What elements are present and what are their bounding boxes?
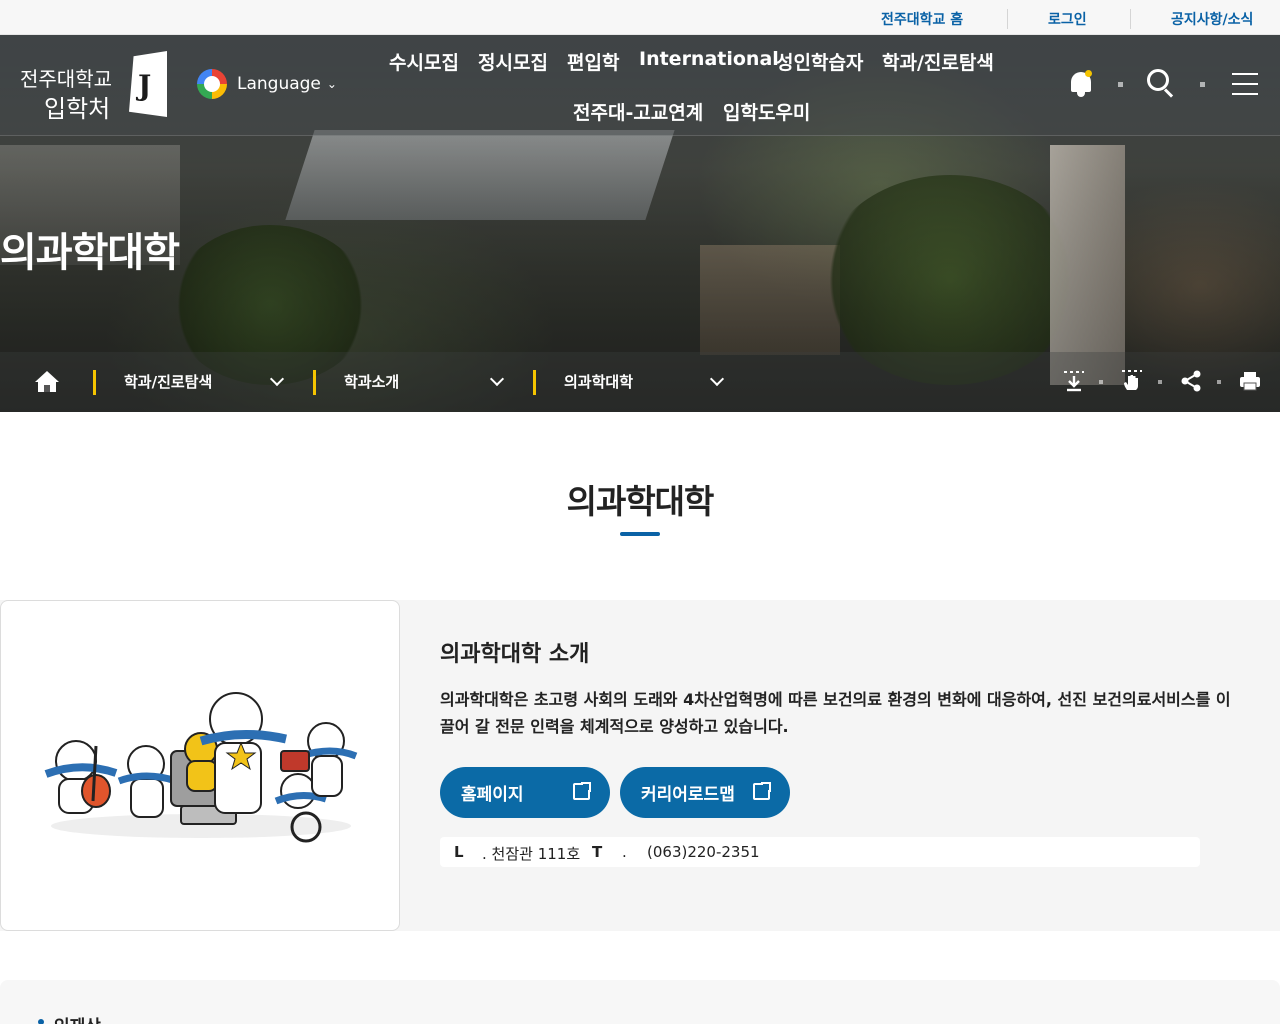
site-logo[interactable]: 전주대학교 입학처 J <box>20 49 170 123</box>
tel-value: (063)220-2351 <box>647 843 760 861</box>
login-link[interactable]: 로그인 <box>1048 9 1087 29</box>
divider <box>1200 82 1205 87</box>
touch-icon[interactable] <box>1119 368 1145 394</box>
nav-item-international[interactable]: International <box>639 48 779 70</box>
univ-home-link[interactable]: 전주대학교 홈 <box>881 9 963 29</box>
logo-text-admission: 입학처 <box>44 95 111 123</box>
main-navigation: 수시모집 정시모집 편입학 International 성인학습자 학과/진로탐… <box>380 35 1020 136</box>
language-selector[interactable]: Language ⌄ <box>197 69 337 99</box>
nav-item-admission-helper[interactable]: 입학도우미 <box>723 98 810 125</box>
nav-item-adult-learner[interactable]: 성인학습자 <box>776 48 863 75</box>
tel-key: T <box>592 843 603 861</box>
print-icon[interactable] <box>1237 368 1263 394</box>
homepage-button-label: 홈페이지 <box>461 785 524 805</box>
share-icon[interactable] <box>1178 368 1204 394</box>
tel-separator: . <box>622 843 627 861</box>
notice-link[interactable]: 공지사항/소식 <box>1171 9 1253 29</box>
hero-title: 의과학대학 <box>0 230 180 276</box>
mascot-illustration <box>44 692 358 843</box>
home-icon[interactable] <box>35 371 59 393</box>
breadcrumb-marker <box>93 370 96 395</box>
logo-text-university: 전주대학교 <box>20 67 112 91</box>
external-link-icon <box>573 781 592 800</box>
chevron-down-icon[interactable] <box>489 371 505 387</box>
chevron-down-icon: ⌄ <box>326 77 337 91</box>
language-label: Language <box>237 74 321 94</box>
search-icon[interactable] <box>1147 69 1175 99</box>
divider <box>1007 9 1008 29</box>
divider <box>1158 380 1162 384</box>
external-link-icon <box>753 781 772 800</box>
google-icon <box>197 69 227 99</box>
breadcrumb-item-intro[interactable]: 학과소개 <box>344 371 399 392</box>
title-underline <box>620 532 660 536</box>
bullet-dot <box>38 1019 44 1024</box>
nav-item-jeongsi[interactable]: 정시모집 <box>478 48 548 75</box>
career-roadmap-button[interactable]: 커리어로드맵 <box>620 767 790 818</box>
utility-bar: 전주대학교 홈 로그인 공지사항/소식 <box>0 0 1280 35</box>
breadcrumb: 학과/진로탐색 학과소개 의과학대학 <box>0 352 1280 412</box>
breadcrumb-marker <box>533 370 536 395</box>
location-value: . 천잠관 111호 <box>482 845 581 863</box>
bell-icon[interactable] <box>1069 70 1093 98</box>
logo-mark: J <box>129 51 167 117</box>
career-roadmap-button-label: 커리어로드맵 <box>641 785 735 805</box>
homepage-button[interactable]: 홈페이지 <box>440 767 610 818</box>
college-intro-text: 의과학대학은 초고령 사회의 도래와 4차산업혁명에 따른 보건의료 환경의 변… <box>440 690 1231 736</box>
chevron-down-icon[interactable] <box>269 371 285 387</box>
notification-dot <box>1085 70 1092 77</box>
nav-item-high-school-link[interactable]: 전주대-고교연계 <box>573 98 703 125</box>
site-header: 전주대학교 입학처 J Language ⌄ 수시모집 정시모집 편입학 Int… <box>0 35 1280 136</box>
college-intro-heading: 의과학대학 소개 <box>440 642 590 667</box>
contact-info: L . 천잠관 111호 T . (063)220-2351 <box>440 837 1200 867</box>
nav-item-transfer[interactable]: 편입학 <box>567 48 619 75</box>
location-key: L <box>454 843 464 861</box>
college-image-card <box>0 600 400 931</box>
breadcrumb-item-college[interactable]: 의과학대학 <box>564 371 633 392</box>
divider <box>1118 82 1123 87</box>
menu-icon[interactable] <box>1232 72 1258 96</box>
divider <box>1130 9 1131 29</box>
divider <box>1099 380 1103 384</box>
breadcrumb-item-department[interactable]: 학과/진로탐색 <box>124 371 212 392</box>
page-title: 의과학대학 <box>566 482 715 521</box>
download-icon[interactable] <box>1061 368 1087 394</box>
chevron-down-icon[interactable] <box>709 371 725 387</box>
talent-section <box>0 980 1280 1024</box>
talent-section-title: 인재상 <box>54 1012 101 1024</box>
nav-item-department[interactable]: 학과/진로탐색 <box>882 48 994 75</box>
divider <box>1217 380 1221 384</box>
nav-item-susi[interactable]: 수시모집 <box>389 48 459 75</box>
breadcrumb-marker <box>313 370 316 395</box>
